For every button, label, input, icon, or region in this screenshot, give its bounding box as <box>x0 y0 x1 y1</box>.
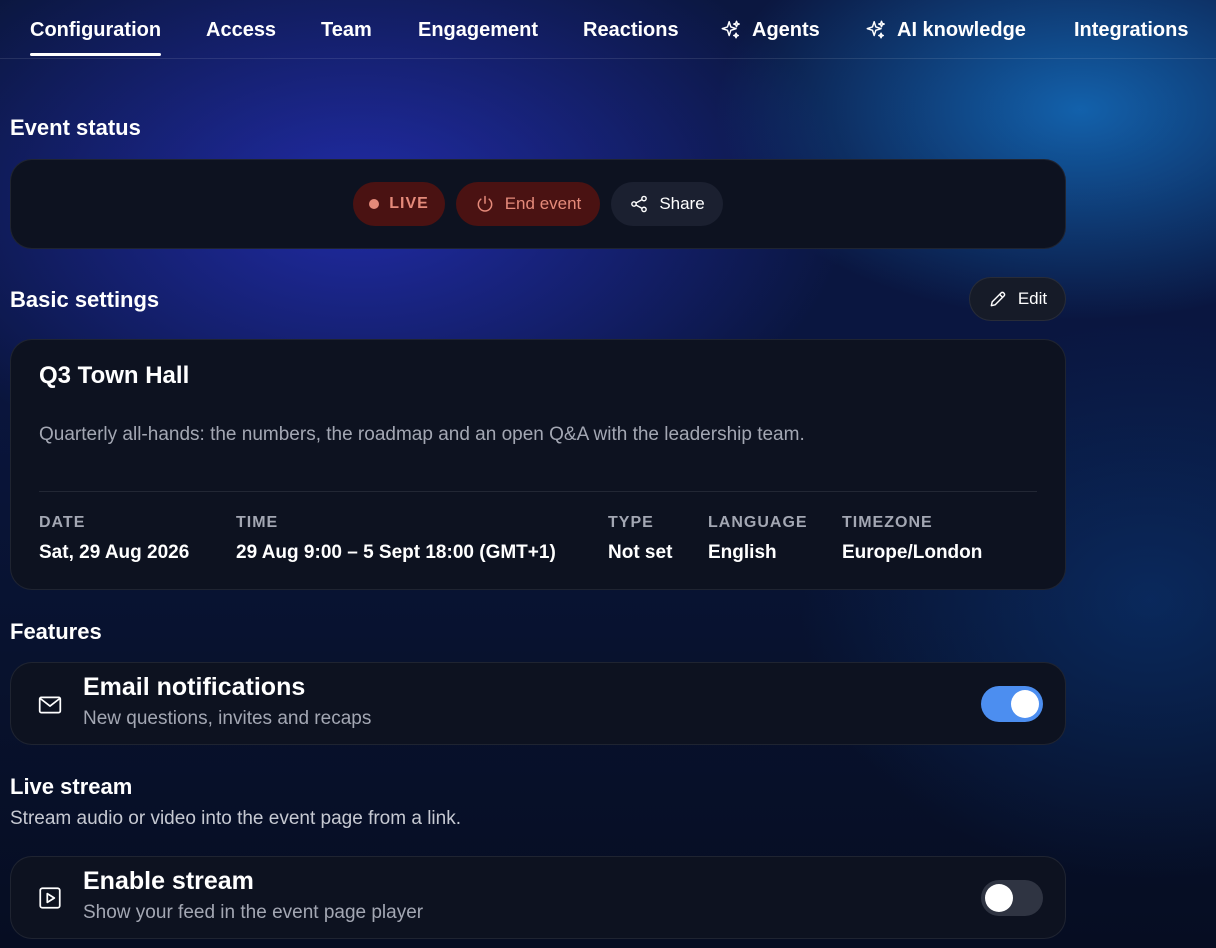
live-stream-description: Stream audio or video into the event pag… <box>10 808 461 829</box>
toggle-knob <box>1011 690 1039 718</box>
share-button[interactable]: Share <box>611 182 723 226</box>
tab-access[interactable]: Access <box>206 17 276 43</box>
email-notifications-row: Email notifications New questions, invit… <box>10 662 1066 745</box>
top-nav: Configuration Access Team Engagement Rea… <box>0 0 1216 59</box>
meta-date: DATE Sat, 29 Aug 2026 <box>39 514 189 564</box>
meta-value: Europe/London <box>842 542 983 563</box>
meta-key: TYPE <box>608 514 654 531</box>
tab-reactions[interactable]: Reactions <box>583 17 679 43</box>
enable-stream-row: Enable stream Show your feed in the even… <box>10 856 1066 939</box>
enable-stream-title: Enable stream <box>83 867 254 895</box>
tab-label: Team <box>321 19 372 41</box>
toggle-knob <box>985 884 1013 912</box>
tab-team[interactable]: Team <box>321 17 372 43</box>
divider <box>39 491 1037 492</box>
meta-timezone: TIMEZONE Europe/London <box>842 514 982 564</box>
power-icon <box>477 195 493 212</box>
tab-agents[interactable]: Agents <box>720 17 820 43</box>
tab-label: Reactions <box>583 19 679 41</box>
basic-settings-heading: Basic settings <box>10 287 160 312</box>
meta-key: TIME <box>236 514 279 531</box>
tab-label: AI knowledge <box>897 19 1026 41</box>
mail-icon <box>38 696 62 714</box>
email-notifications-toggle[interactable] <box>981 686 1043 722</box>
tab-label: Engagement <box>418 19 539 41</box>
email-notifications-subtitle: New questions, invites and recaps <box>83 708 372 729</box>
event-description: Quarterly all-hands: the numbers, the ro… <box>39 424 805 445</box>
meta-value: Not set <box>608 542 673 563</box>
basic-settings-card: Q3 Town Hall Quarterly all-hands: the nu… <box>10 339 1066 590</box>
end-event-button[interactable]: End event <box>456 182 600 226</box>
tab-engagement[interactable]: Engagement <box>418 17 538 43</box>
share-icon <box>631 195 648 213</box>
meta-value: 29 Aug 9:00 – 5 Sept 18:00 (GMT+1) <box>236 542 556 563</box>
tab-label: Access <box>206 19 277 41</box>
meta-key: DATE <box>39 514 86 531</box>
event-name: Q3 Town Hall <box>39 362 190 389</box>
play-icon <box>39 887 61 909</box>
email-notifications-title: Email notifications <box>83 673 306 701</box>
live-dot-icon <box>369 199 380 209</box>
live-label: LIVE <box>389 195 429 212</box>
meta-value: English <box>708 542 777 563</box>
tab-integrations[interactable]: Integrations <box>1074 17 1188 43</box>
meta-key: LANGUAGE <box>708 514 808 531</box>
enable-stream-subtitle: Show your feed in the event page player <box>83 902 424 923</box>
meta-language: LANGUAGE English <box>708 514 808 564</box>
tab-ai-knowledge[interactable]: AI knowledge <box>865 17 1026 43</box>
share-label: Share <box>659 194 705 213</box>
meta-time: TIME 29 Aug 9:00 – 5 Sept 18:00 (GMT+1) <box>236 514 556 564</box>
features-heading: Features <box>10 619 102 644</box>
meta-key: TIMEZONE <box>842 514 933 531</box>
tab-configuration[interactable]: Configuration <box>30 17 162 56</box>
meta-value: Sat, 29 Aug 2026 <box>39 542 190 563</box>
sparkles-icon <box>866 20 885 39</box>
tab-label: Agents <box>752 19 820 41</box>
edit-label: Edit <box>1017 289 1048 308</box>
pencil-icon <box>990 291 1006 307</box>
event-status-heading: Event status <box>10 115 141 140</box>
tab-label: Integrations <box>1074 19 1189 41</box>
live-status-badge: LIVE <box>353 182 445 226</box>
meta-type: TYPE Not set <box>608 514 672 564</box>
live-stream-heading: Live stream <box>10 774 133 799</box>
end-event-label: End event <box>504 194 582 213</box>
enable-stream-toggle[interactable] <box>981 880 1043 916</box>
edit-button[interactable]: Edit <box>969 277 1066 321</box>
sparkles-icon <box>721 20 740 39</box>
tab-label: Configuration <box>30 19 162 41</box>
